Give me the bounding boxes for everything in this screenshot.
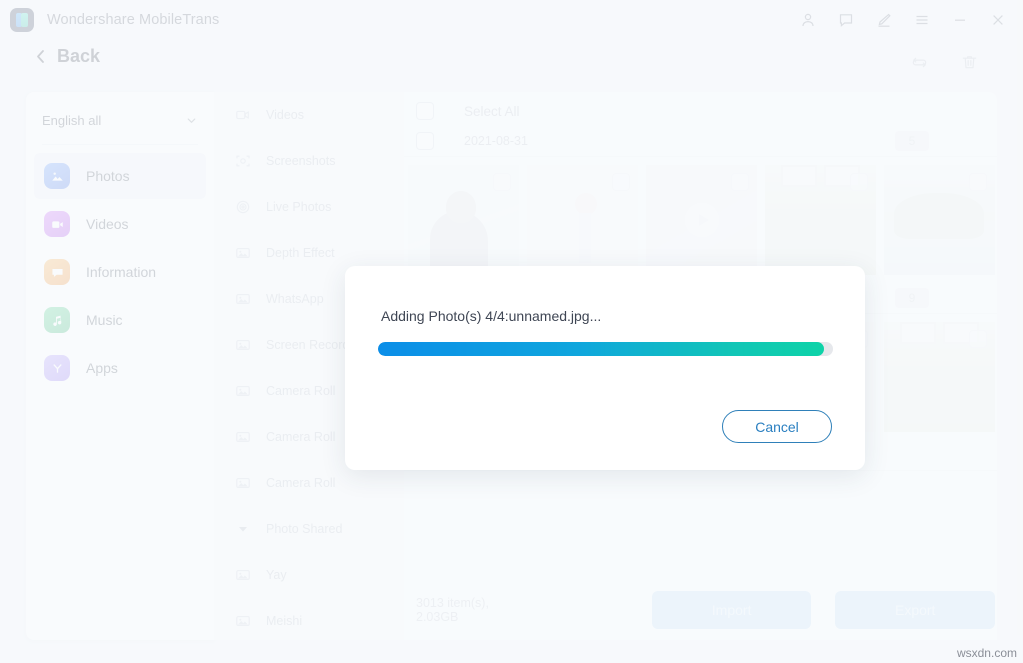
progress-bar-fill	[378, 342, 824, 356]
progress-dialog: Adding Photo(s) 4/4:unnamed.jpg... Cance…	[345, 266, 865, 470]
progress-message: Adding Photo(s) 4/4:unnamed.jpg...	[381, 308, 602, 324]
progress-bar-track	[378, 342, 833, 356]
cancel-button[interactable]: Cancel	[722, 410, 832, 443]
app-window: Wondershare MobileTrans	[0, 0, 1023, 663]
watermark: wsxdn.com	[956, 646, 1017, 660]
